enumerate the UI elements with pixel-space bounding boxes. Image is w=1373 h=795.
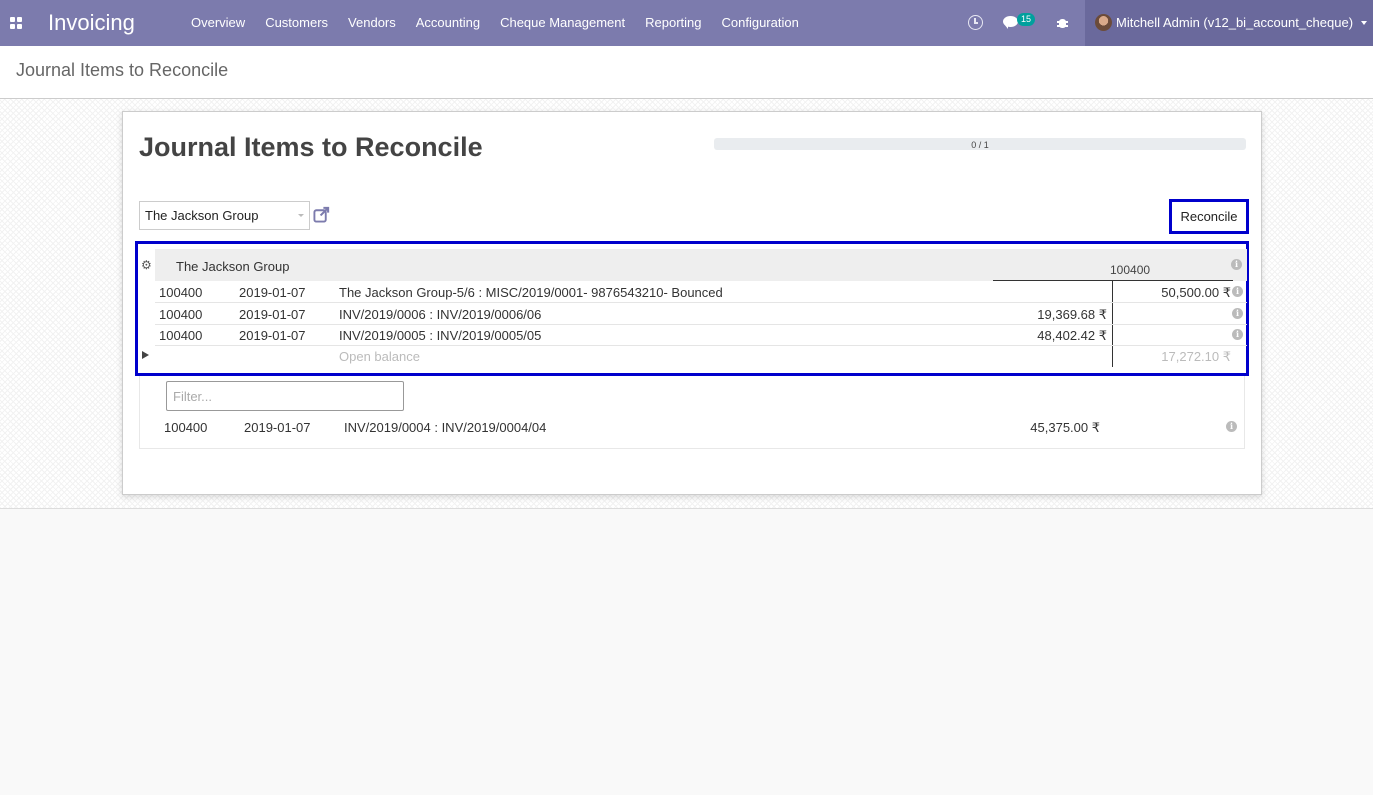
line-account: 100400 bbox=[159, 328, 203, 343]
page-title: Journal Items to Reconcile bbox=[139, 132, 483, 162]
app-title: Invoicing bbox=[48, 10, 135, 35]
filter-input[interactable] bbox=[166, 381, 404, 411]
line-date: 2019-01-07 bbox=[239, 307, 306, 322]
menu-item-overview[interactable]: Overview bbox=[181, 0, 255, 46]
apps-menu-icon[interactable] bbox=[10, 17, 22, 29]
menu-item-accounting[interactable]: Accounting bbox=[406, 0, 490, 46]
line-label: INV/2019/0006 : INV/2019/0006/06 bbox=[339, 307, 542, 322]
match-label: INV/2019/0004 : INV/2019/0004/04 bbox=[344, 420, 547, 435]
reconcile-sheet: Journal Items to Reconcile 0 / 1 The Jac… bbox=[122, 111, 1262, 495]
messages-count-badge: 15 bbox=[1017, 13, 1036, 26]
chevron-down-icon bbox=[1361, 21, 1367, 25]
line-date: 2019-01-07 bbox=[239, 328, 306, 343]
gear-icon[interactable]: ⚙ bbox=[141, 259, 152, 271]
line-label: The Jackson Group-5/6 : MISC/2019/0001- … bbox=[339, 285, 723, 300]
menu-item-customers[interactable]: Customers bbox=[255, 0, 338, 46]
menu-item-configuration[interactable]: Configuration bbox=[711, 0, 808, 46]
messages-chat-icon[interactable] bbox=[1003, 16, 1018, 29]
user-name: Mitchell Admin (v12_bi_account_cheque) bbox=[1116, 15, 1354, 30]
debug-bug-icon[interactable] bbox=[1057, 16, 1068, 29]
open-balance-row[interactable]: Open balance 17,272.10 ₹ bbox=[138, 345, 1247, 367]
match-account: 100400 bbox=[164, 420, 208, 435]
menu-item-reporting[interactable]: Reporting bbox=[635, 0, 711, 46]
match-debit: 45,375.00 ₹ bbox=[1030, 420, 1100, 435]
table-row[interactable]: 100400 2019-01-07 The Jackson Group-5/6 … bbox=[155, 281, 1247, 303]
partner-select[interactable]: The Jackson Group bbox=[139, 201, 310, 230]
line-debit: 19,369.68 ₹ bbox=[1037, 307, 1107, 322]
line-account: 100400 bbox=[159, 307, 203, 322]
reconcile-account: 100400 bbox=[1110, 263, 1151, 277]
breadcrumb: Journal Items to Reconcile bbox=[16, 60, 229, 80]
match-row[interactable]: 100400 2019-01-07 INV/2019/0004 : INV/20… bbox=[140, 416, 1244, 438]
menu-item-vendors[interactable]: Vendors bbox=[338, 0, 406, 46]
matching-lines: 100400 2019-01-07 INV/2019/0004 : INV/20… bbox=[139, 376, 1245, 449]
line-label: INV/2019/0005 : INV/2019/0005/05 bbox=[339, 328, 542, 343]
user-menu[interactable]: Mitchell Admin (v12_bi_account_cheque) bbox=[1085, 0, 1373, 46]
info-icon[interactable]: i bbox=[1232, 308, 1243, 319]
reconcile-table: The Jackson Group 100400 i ⚙ 100400 2019… bbox=[135, 241, 1249, 376]
info-icon[interactable]: i bbox=[1226, 421, 1237, 432]
control-panel: Journal Items to Reconcile bbox=[0, 46, 1373, 99]
table-row[interactable]: 100400 2019-01-07 INV/2019/0006 : INV/20… bbox=[155, 303, 1247, 325]
info-icon[interactable]: i bbox=[1231, 259, 1242, 270]
reconcile-partner: The Jackson Group bbox=[176, 259, 290, 274]
info-icon[interactable]: i bbox=[1232, 329, 1243, 340]
external-link-icon[interactable] bbox=[313, 206, 330, 223]
line-account: 100400 bbox=[159, 285, 203, 300]
avatar bbox=[1095, 14, 1112, 31]
line-date: 2019-01-07 bbox=[239, 285, 306, 300]
reconcile-button[interactable]: Reconcile bbox=[1169, 199, 1249, 234]
table-row[interactable]: 100400 2019-01-07 INV/2019/0005 : INV/20… bbox=[155, 324, 1247, 346]
top-navbar: Invoicing Overview Customers Vendors Acc… bbox=[0, 0, 1373, 46]
menu-item-cheque-management[interactable]: Cheque Management bbox=[490, 0, 635, 46]
info-icon[interactable]: i bbox=[1232, 286, 1243, 297]
reconcile-header: The Jackson Group 100400 i bbox=[155, 249, 1247, 281]
activity-clock-icon[interactable] bbox=[968, 15, 983, 30]
expand-arrow-icon[interactable] bbox=[142, 351, 149, 359]
partner-select-value: The Jackson Group bbox=[145, 208, 259, 223]
open-balance-label: Open balance bbox=[339, 349, 420, 364]
line-debit: 48,402.42 ₹ bbox=[1037, 328, 1107, 343]
open-balance-amount: 17,272.10 ₹ bbox=[1161, 349, 1231, 364]
main-menu: Overview Customers Vendors Accounting Ch… bbox=[181, 0, 809, 46]
match-date: 2019-01-07 bbox=[244, 420, 311, 435]
progress-label: 0 / 1 bbox=[971, 140, 989, 150]
chevron-down-icon bbox=[298, 214, 304, 217]
progress-bar: 0 / 1 bbox=[714, 138, 1246, 150]
line-credit: 50,500.00 ₹ bbox=[1161, 285, 1231, 300]
